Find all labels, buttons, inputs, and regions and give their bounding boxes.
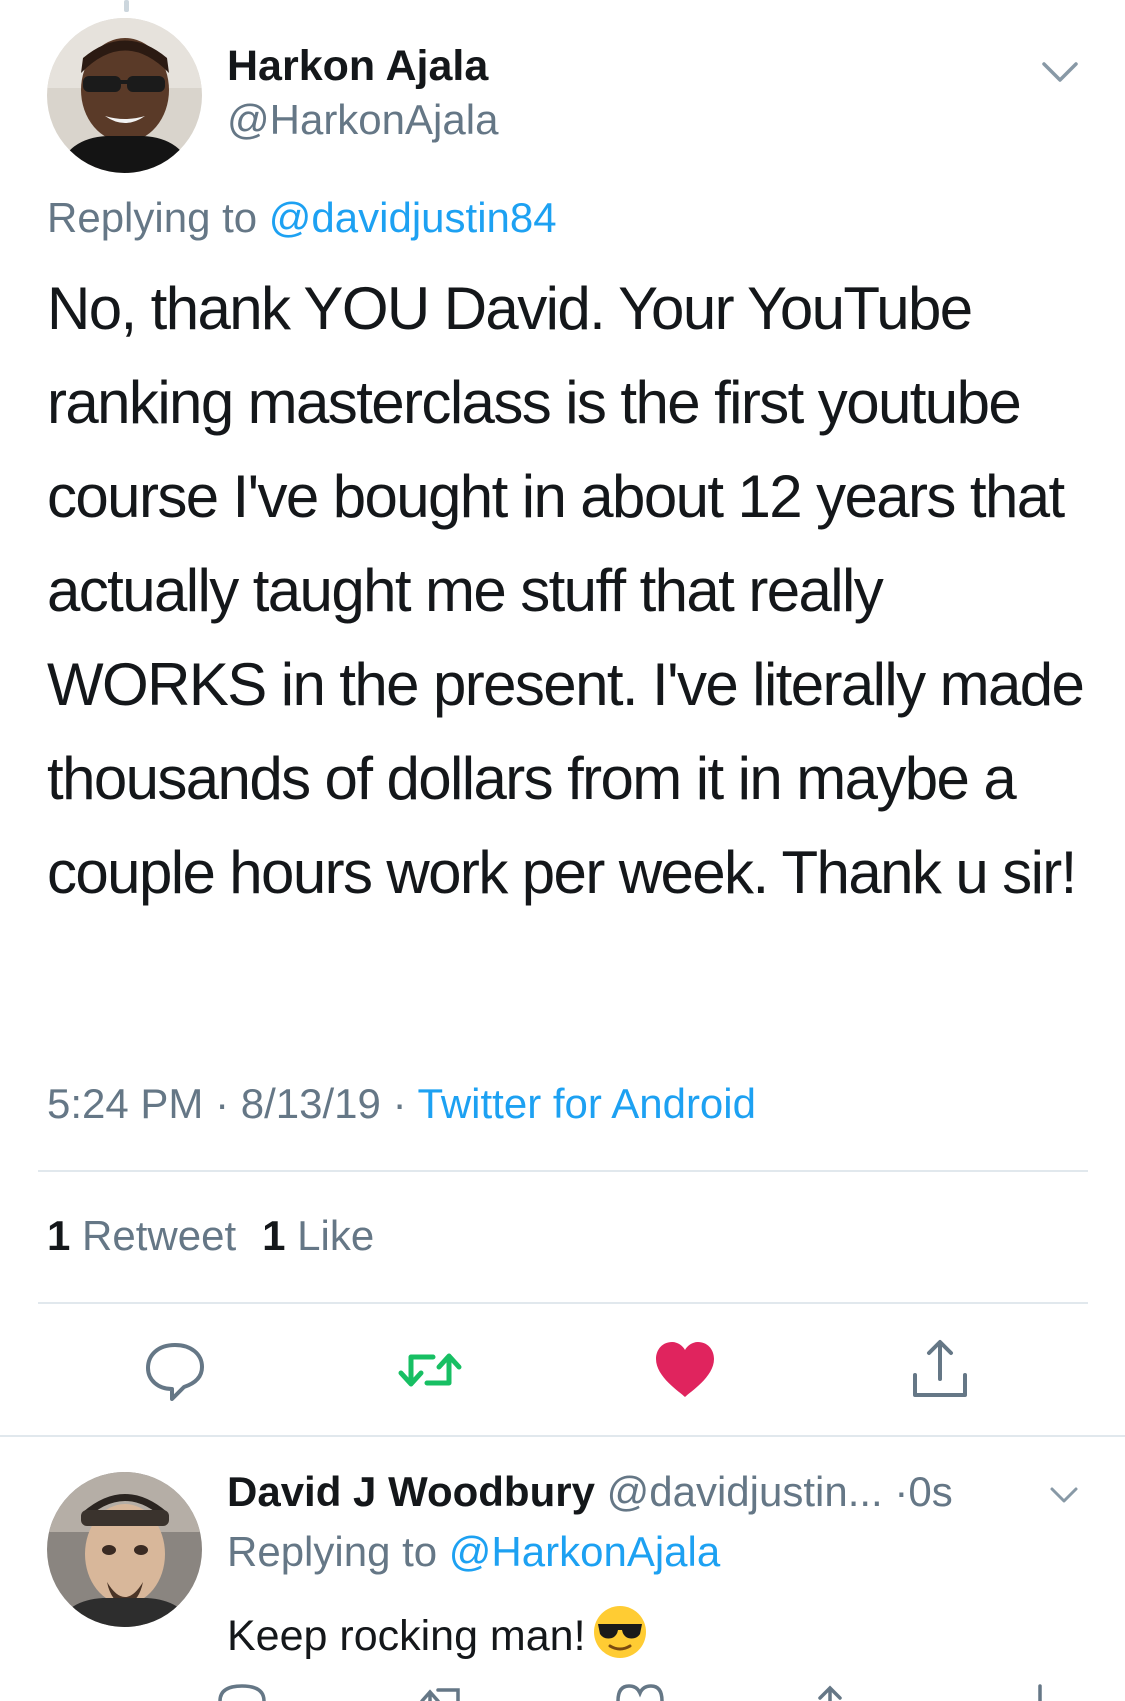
- like-button[interactable]: [650, 1335, 720, 1405]
- thread-line: [124, 0, 129, 12]
- speech-bubble-icon: [218, 1684, 266, 1701]
- retweet-button[interactable]: [395, 1335, 465, 1405]
- divider: [38, 1302, 1088, 1304]
- tweet-meta: 5:24 PM · 8/13/19 · Twitter for Android: [47, 1080, 756, 1128]
- author-handle[interactable]: @HarkonAjala: [227, 96, 498, 144]
- divider: [0, 1435, 1125, 1437]
- retweet-label: Retweet: [82, 1212, 237, 1259]
- reply-button[interactable]: [140, 1335, 210, 1405]
- retweet-arrows-icon: [398, 1353, 462, 1387]
- replying-to: Replying to @davidjustin84: [47, 194, 557, 242]
- reply-replying-to: Replying to @HarkonAjala: [227, 1528, 720, 1576]
- reply-author-handle[interactable]: @davidjustin...: [607, 1468, 883, 1515]
- tweet-text: No, thank YOU David. Your YouTube rankin…: [47, 275, 1085, 906]
- meta-separator: ·: [392, 1080, 407, 1127]
- retweet-button-partial[interactable]: [412, 1680, 472, 1701]
- tweet-time: 5:24 PM: [47, 1080, 204, 1127]
- tweet-source-link[interactable]: Twitter for Android: [418, 1080, 756, 1127]
- chevron-down-icon[interactable]: [1048, 1484, 1080, 1506]
- reply-text: Keep rocking man!: [227, 1612, 586, 1660]
- reply-time: 0s: [908, 1468, 953, 1515]
- share-button-partial[interactable]: [800, 1680, 860, 1701]
- share-upload-icon: [818, 1685, 842, 1701]
- retweet-arrows-icon: [420, 1688, 460, 1701]
- replying-prefix: Replying to: [47, 194, 258, 241]
- divider: [38, 1170, 1088, 1172]
- like-label: Like: [297, 1212, 375, 1259]
- reply-author-name[interactable]: David J Woodbury: [227, 1468, 595, 1515]
- author-name[interactable]: Harkon Ajala: [227, 42, 488, 91]
- reply-replying-to-mention[interactable]: @HarkonAjala: [449, 1528, 720, 1575]
- sunglasses-face-emoji: [592, 1604, 648, 1660]
- author-avatar[interactable]: [47, 18, 202, 173]
- reply-replying-prefix: Replying to: [227, 1528, 438, 1575]
- reply-time-separator: ·: [894, 1468, 909, 1515]
- more-button-partial[interactable]: [1020, 1680, 1060, 1701]
- retweet-count: 1: [47, 1212, 71, 1259]
- reply-button-partial[interactable]: [212, 1680, 272, 1701]
- replying-to-mention[interactable]: @davidjustin84: [269, 194, 557, 241]
- share-button[interactable]: [905, 1335, 975, 1405]
- like-button-partial[interactable]: [610, 1680, 670, 1701]
- reply-header: David J Woodbury @davidjustin... ·0s: [227, 1468, 953, 1516]
- chevron-down-icon[interactable]: [1040, 58, 1080, 86]
- retweet-stat[interactable]: 1 Retweet: [47, 1212, 236, 1259]
- meta-separator: ·: [215, 1080, 230, 1127]
- like-stat[interactable]: 1 Like: [262, 1212, 374, 1259]
- reply-text-row: Keep rocking man!: [227, 1604, 648, 1661]
- share-upload-icon: [913, 1340, 967, 1397]
- more-icon: [1038, 1684, 1042, 1701]
- tweet-date: 8/13/19: [240, 1080, 381, 1127]
- reply-author-avatar[interactable]: [47, 1472, 202, 1627]
- heart-icon: [616, 1684, 664, 1701]
- tweet-stats: 1 Retweet 1 Like: [47, 1212, 374, 1260]
- heart-icon: [656, 1342, 714, 1397]
- speech-bubble-icon: [146, 1343, 204, 1401]
- like-count: 1: [262, 1212, 286, 1259]
